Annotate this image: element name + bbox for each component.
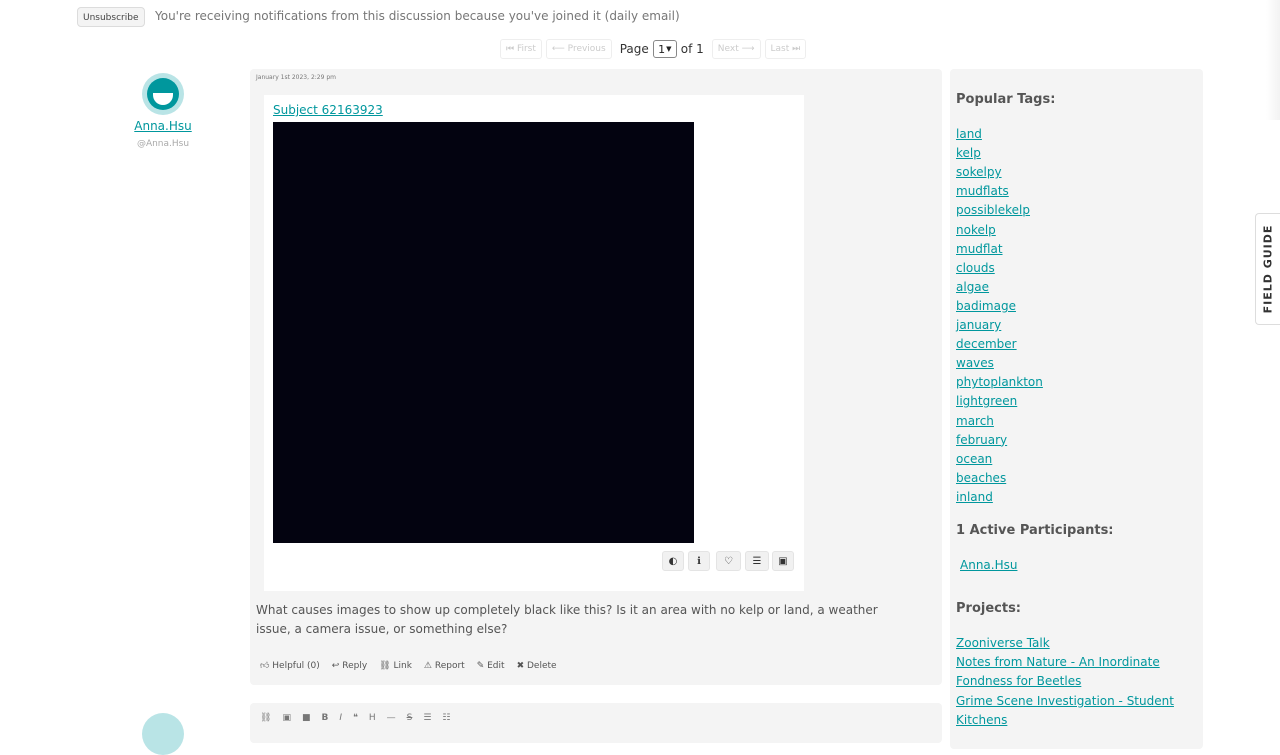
- next-page-button[interactable]: Next ⟶: [711, 39, 761, 59]
- last-page-button[interactable]: Last ⏭: [764, 39, 807, 59]
- heart-icon[interactable]: ♡: [716, 551, 741, 571]
- tag-link[interactable]: possiblekelp: [956, 203, 1030, 217]
- link-button[interactable]: ⛓ Link: [375, 657, 416, 675]
- pencil-icon: ✎: [476, 661, 485, 671]
- edit-button[interactable]: ✎ Edit: [473, 657, 509, 675]
- tag-link[interactable]: march: [956, 414, 994, 428]
- project-link[interactable]: Grime Scene Investigation - Student: [956, 694, 1174, 708]
- avatar-icon: [147, 78, 179, 110]
- reply-button[interactable]: ↩ Reply: [328, 657, 371, 675]
- tag-link[interactable]: clouds: [956, 261, 995, 275]
- tag-link[interactable]: february: [956, 433, 1007, 447]
- page-edge-shadow: [1266, 0, 1280, 120]
- tag-link[interactable]: phytoplankton: [956, 375, 1043, 389]
- previous-page-button[interactable]: ⟵ Previous: [545, 39, 612, 59]
- delete-button[interactable]: ✖ Delete: [513, 657, 561, 675]
- link-icon[interactable]: ⛓: [260, 713, 271, 723]
- project-link[interactable]: Fondness for Beetles: [956, 674, 1081, 688]
- reply-label: Reply: [342, 661, 368, 671]
- tag-link[interactable]: december: [956, 337, 1017, 351]
- report-label: Report: [434, 661, 465, 671]
- delete-label: Delete: [526, 661, 557, 671]
- tag-link[interactable]: nokelp: [956, 223, 996, 237]
- author-handle: @Anna.Hsu: [136, 139, 190, 149]
- link-label: Link: [393, 661, 412, 671]
- reply-editor: [250, 703, 942, 743]
- info-icon[interactable]: ℹ: [688, 551, 710, 571]
- list-icon[interactable]: ☰: [745, 551, 769, 571]
- field-guide-label: FIELD GUIDE: [1261, 224, 1275, 314]
- tag-link[interactable]: mudflat: [956, 242, 1003, 256]
- avatar[interactable]: [142, 73, 184, 115]
- pagination: ⏮ First ⟵ Previous Page 1 ▼ of 1 Next ⟶ L…: [500, 38, 807, 60]
- projects-heading: Projects:: [956, 601, 1021, 616]
- bullet-list-icon[interactable]: ☰: [423, 713, 431, 723]
- bold-icon[interactable]: B: [321, 713, 328, 723]
- subject-link[interactable]: Subject 62163923: [273, 103, 383, 117]
- close-icon: ✖: [516, 661, 525, 671]
- tag-link[interactable]: sokelpy: [956, 165, 1002, 179]
- field-guide-tab[interactable]: FIELD GUIDE: [1255, 213, 1280, 325]
- helpful-label: Helpful (0): [272, 661, 320, 671]
- tag-link[interactable]: beaches: [956, 471, 1006, 485]
- page-count: of 1: [680, 42, 704, 56]
- image-icon[interactable]: ▣: [772, 551, 794, 571]
- warning-icon: ⚠: [423, 661, 432, 671]
- editor-toolbar: ⛓ ▣ ■ B I ❝ H — S ☰ ☷: [260, 713, 451, 723]
- first-page-button[interactable]: ⏮ First: [500, 39, 542, 59]
- tag-link[interactable]: january: [956, 318, 1001, 332]
- comment-body: What causes images to show up completely…: [256, 603, 878, 636]
- video-icon[interactable]: ■: [302, 713, 311, 723]
- report-button[interactable]: ⚠ Report: [420, 657, 469, 675]
- link-icon: ⛓: [379, 661, 391, 671]
- contrast-icon[interactable]: ◐: [662, 551, 684, 571]
- comment-actions: 👍︎ Helpful (0) ↩ Reply ⛓ Link ⚠ Report ✎…: [256, 657, 561, 675]
- page-select[interactable]: 1 ▼: [652, 40, 677, 58]
- comment-timestamp[interactable]: January 1st 2023, 2:29 pm: [256, 74, 336, 81]
- tag-link[interactable]: inland: [956, 490, 993, 504]
- rule-icon[interactable]: —: [387, 713, 396, 723]
- tag-link[interactable]: mudflats: [956, 184, 1009, 198]
- italic-icon[interactable]: I: [339, 713, 342, 723]
- avatar: [142, 713, 184, 755]
- strikethrough-icon[interactable]: S: [407, 713, 413, 723]
- author-name-link[interactable]: Anna.Hsu: [120, 119, 206, 133]
- page-label: Page: [619, 42, 649, 56]
- numbered-list-icon[interactable]: ☷: [442, 713, 450, 723]
- unsubscribe-button[interactable]: Unsubscribe: [77, 7, 145, 27]
- project-link[interactable]: Notes from Nature - An Inordinate: [956, 655, 1160, 669]
- tag-link[interactable]: badimage: [956, 299, 1016, 313]
- tag-link[interactable]: lightgreen: [956, 394, 1017, 408]
- tag-link[interactable]: land: [956, 127, 982, 141]
- tag-link[interactable]: waves: [956, 356, 994, 370]
- project-link[interactable]: Zooniverse Talk: [956, 636, 1050, 650]
- helpful-button[interactable]: 👍︎ Helpful (0): [256, 657, 324, 675]
- heading-icon[interactable]: H: [369, 713, 376, 723]
- page-select-value: 1: [658, 42, 666, 56]
- edit-label: Edit: [487, 661, 505, 671]
- thumbs-up-icon: 👍︎: [260, 661, 270, 671]
- reply-icon: ↩: [331, 661, 340, 671]
- image-icon[interactable]: ▣: [282, 713, 291, 723]
- tag-link[interactable]: ocean: [956, 452, 992, 466]
- popular-tags-heading: Popular Tags:: [956, 92, 1056, 107]
- quote-icon[interactable]: ❝: [353, 713, 358, 723]
- tag-link[interactable]: algae: [956, 280, 989, 294]
- participant-link[interactable]: Anna.Hsu: [960, 558, 1017, 572]
- tag-link[interactable]: kelp: [956, 146, 981, 160]
- chevron-down-icon: ▼: [666, 45, 672, 53]
- notification-message: You're receiving notifications from this…: [155, 9, 680, 23]
- participants-heading: 1 Active Participants:: [956, 523, 1114, 538]
- subject-image[interactable]: [273, 122, 694, 543]
